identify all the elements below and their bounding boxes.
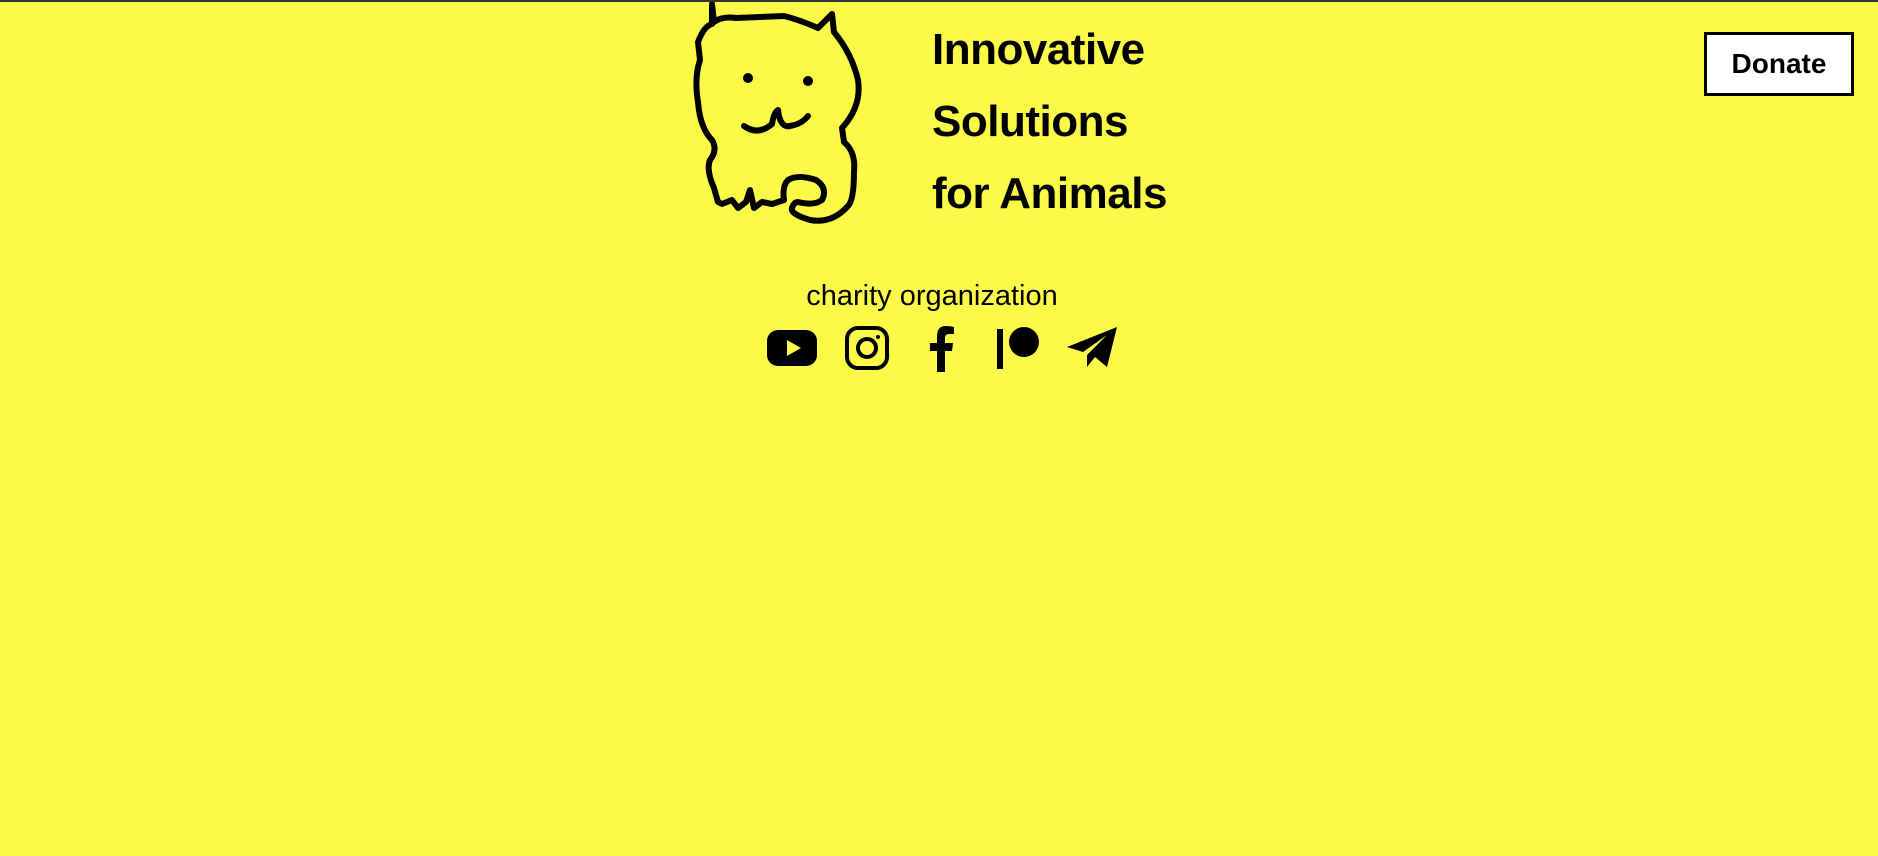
cat-doodle-icon[interactable] (692, 2, 892, 232)
instagram-link[interactable] (829, 322, 904, 374)
page: Innovative Solutions for Animals Donate … (0, 0, 1878, 856)
title-line-3: for Animals (932, 169, 1167, 218)
title-line-2: Solutions (932, 97, 1128, 146)
facebook-link[interactable] (904, 322, 979, 374)
page-title: Innovative Solutions for Animals (932, 14, 1167, 230)
instagram-icon (844, 326, 889, 370)
organization-subtitle: charity organization (806, 280, 1058, 312)
title-line-1: Innovative (932, 25, 1145, 74)
patreon-icon (996, 327, 1039, 369)
youtube-link[interactable] (754, 322, 829, 374)
telegram-link[interactable] (1054, 322, 1129, 374)
social-links (754, 322, 1129, 374)
facebook-icon (929, 326, 954, 372)
patreon-link[interactable] (979, 322, 1054, 374)
telegram-icon (1066, 327, 1117, 367)
donate-button[interactable]: Donate (1704, 32, 1854, 96)
youtube-icon (766, 330, 817, 366)
